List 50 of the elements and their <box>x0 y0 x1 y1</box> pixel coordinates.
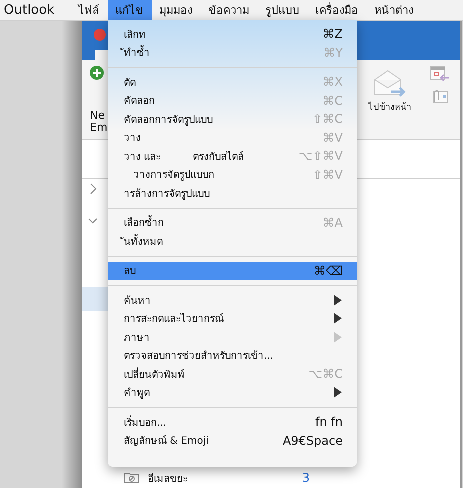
chevron-right-icon[interactable] <box>88 183 98 195</box>
menu-item[interactable]: วาง และ ตรงกับสไตล์ ⌥⇧⌘V <box>108 147 357 166</box>
menu-bar-item[interactable]: รูปแบบ <box>258 0 308 20</box>
app-menu[interactable]: Outlook <box>4 2 55 18</box>
menu-item[interactable]: เลือกซ้ำก ⌘A <box>108 214 357 232</box>
attachment-icon[interactable] <box>431 90 449 104</box>
menu-item[interactable]: ลบ ⌘⌫ <box>108 262 357 280</box>
shortcut-label: ⌘⌫ <box>314 264 343 278</box>
menu-item[interactable]: ภาษา <box>108 328 357 346</box>
shortcut-label: ⌘A <box>322 216 343 230</box>
shortcut-label: ⇧⌘C <box>312 112 343 126</box>
submenu-arrow-icon <box>333 332 343 343</box>
menu-item[interactable]: สัญลักษณ์ & Emoji A9€Space <box>108 432 357 450</box>
menu-bar-item[interactable]: ข้อความ <box>200 0 258 20</box>
plus-icon[interactable] <box>90 66 104 80</box>
menu-item[interactable]: คำพูด <box>108 384 357 402</box>
submenu-arrow-icon <box>333 387 343 398</box>
forward-button[interactable]: ไปข้างหน้า <box>360 70 420 114</box>
folder-name[interactable]: อีเมลขยะ <box>148 470 302 486</box>
shortcut-label: ⌘C <box>322 94 343 108</box>
selected-row <box>82 287 108 311</box>
menu-item[interactable]: วางการจัดรูปแบบก ⇧⌘V <box>108 166 357 184</box>
menu-item[interactable]: เปลี่ยนตัวพิมพ์ ⌥⌘C <box>108 365 357 384</box>
shortcut-label: ⌘Y <box>324 46 343 60</box>
menu-bar-item[interactable]: ไฟล์ <box>70 0 108 20</box>
envelope-arrow-icon <box>373 70 407 98</box>
menu-item[interactable]: ัทำซ้ำ ⌘Y <box>108 44 357 62</box>
calendar-arrow-icon[interactable] <box>430 66 450 82</box>
shortcut-label: ⇧⌘V <box>312 168 343 182</box>
shortcut-label: ⌥⌘C <box>308 367 343 382</box>
menu-item[interactable]: ค้นหา <box>108 291 357 310</box>
menu-bar-item[interactable]: มุมมอง <box>152 0 201 20</box>
folder-icon <box>124 472 140 484</box>
menu-item[interactable]: เริ่มบอก... fn fn <box>108 413 357 432</box>
menu-item[interactable]: ันทั้งหมด <box>108 232 357 250</box>
shortcut-label: ⌘X <box>322 75 343 90</box>
unread-count: 3 <box>302 471 310 485</box>
shortcut-label: ⌥⇧⌘V <box>298 149 343 164</box>
submenu-arrow-icon <box>333 313 343 324</box>
menu-item[interactable]: ตรวจสอบการช่วยสำหรับการเข้า... <box>108 346 357 365</box>
menu-bar-item[interactable]: แก้ไข <box>108 0 152 20</box>
shortcut-label: fn fn <box>316 415 343 430</box>
menu-bar-item[interactable]: หน้าต่าง <box>366 0 422 20</box>
menu-bar-item[interactable]: เครื่องมือ <box>308 0 367 20</box>
shortcut-label: ⌘Z <box>322 27 343 42</box>
shortcut-label: ⌘V <box>322 130 343 145</box>
shortcut-label: A9€Space <box>282 434 343 448</box>
menu-item[interactable]: ารล้างการจัดรูปแบบ <box>108 184 357 202</box>
submenu-arrow-icon <box>333 294 343 306</box>
menu-item[interactable]: การสะกดและไวยากรณ์ <box>108 310 357 328</box>
